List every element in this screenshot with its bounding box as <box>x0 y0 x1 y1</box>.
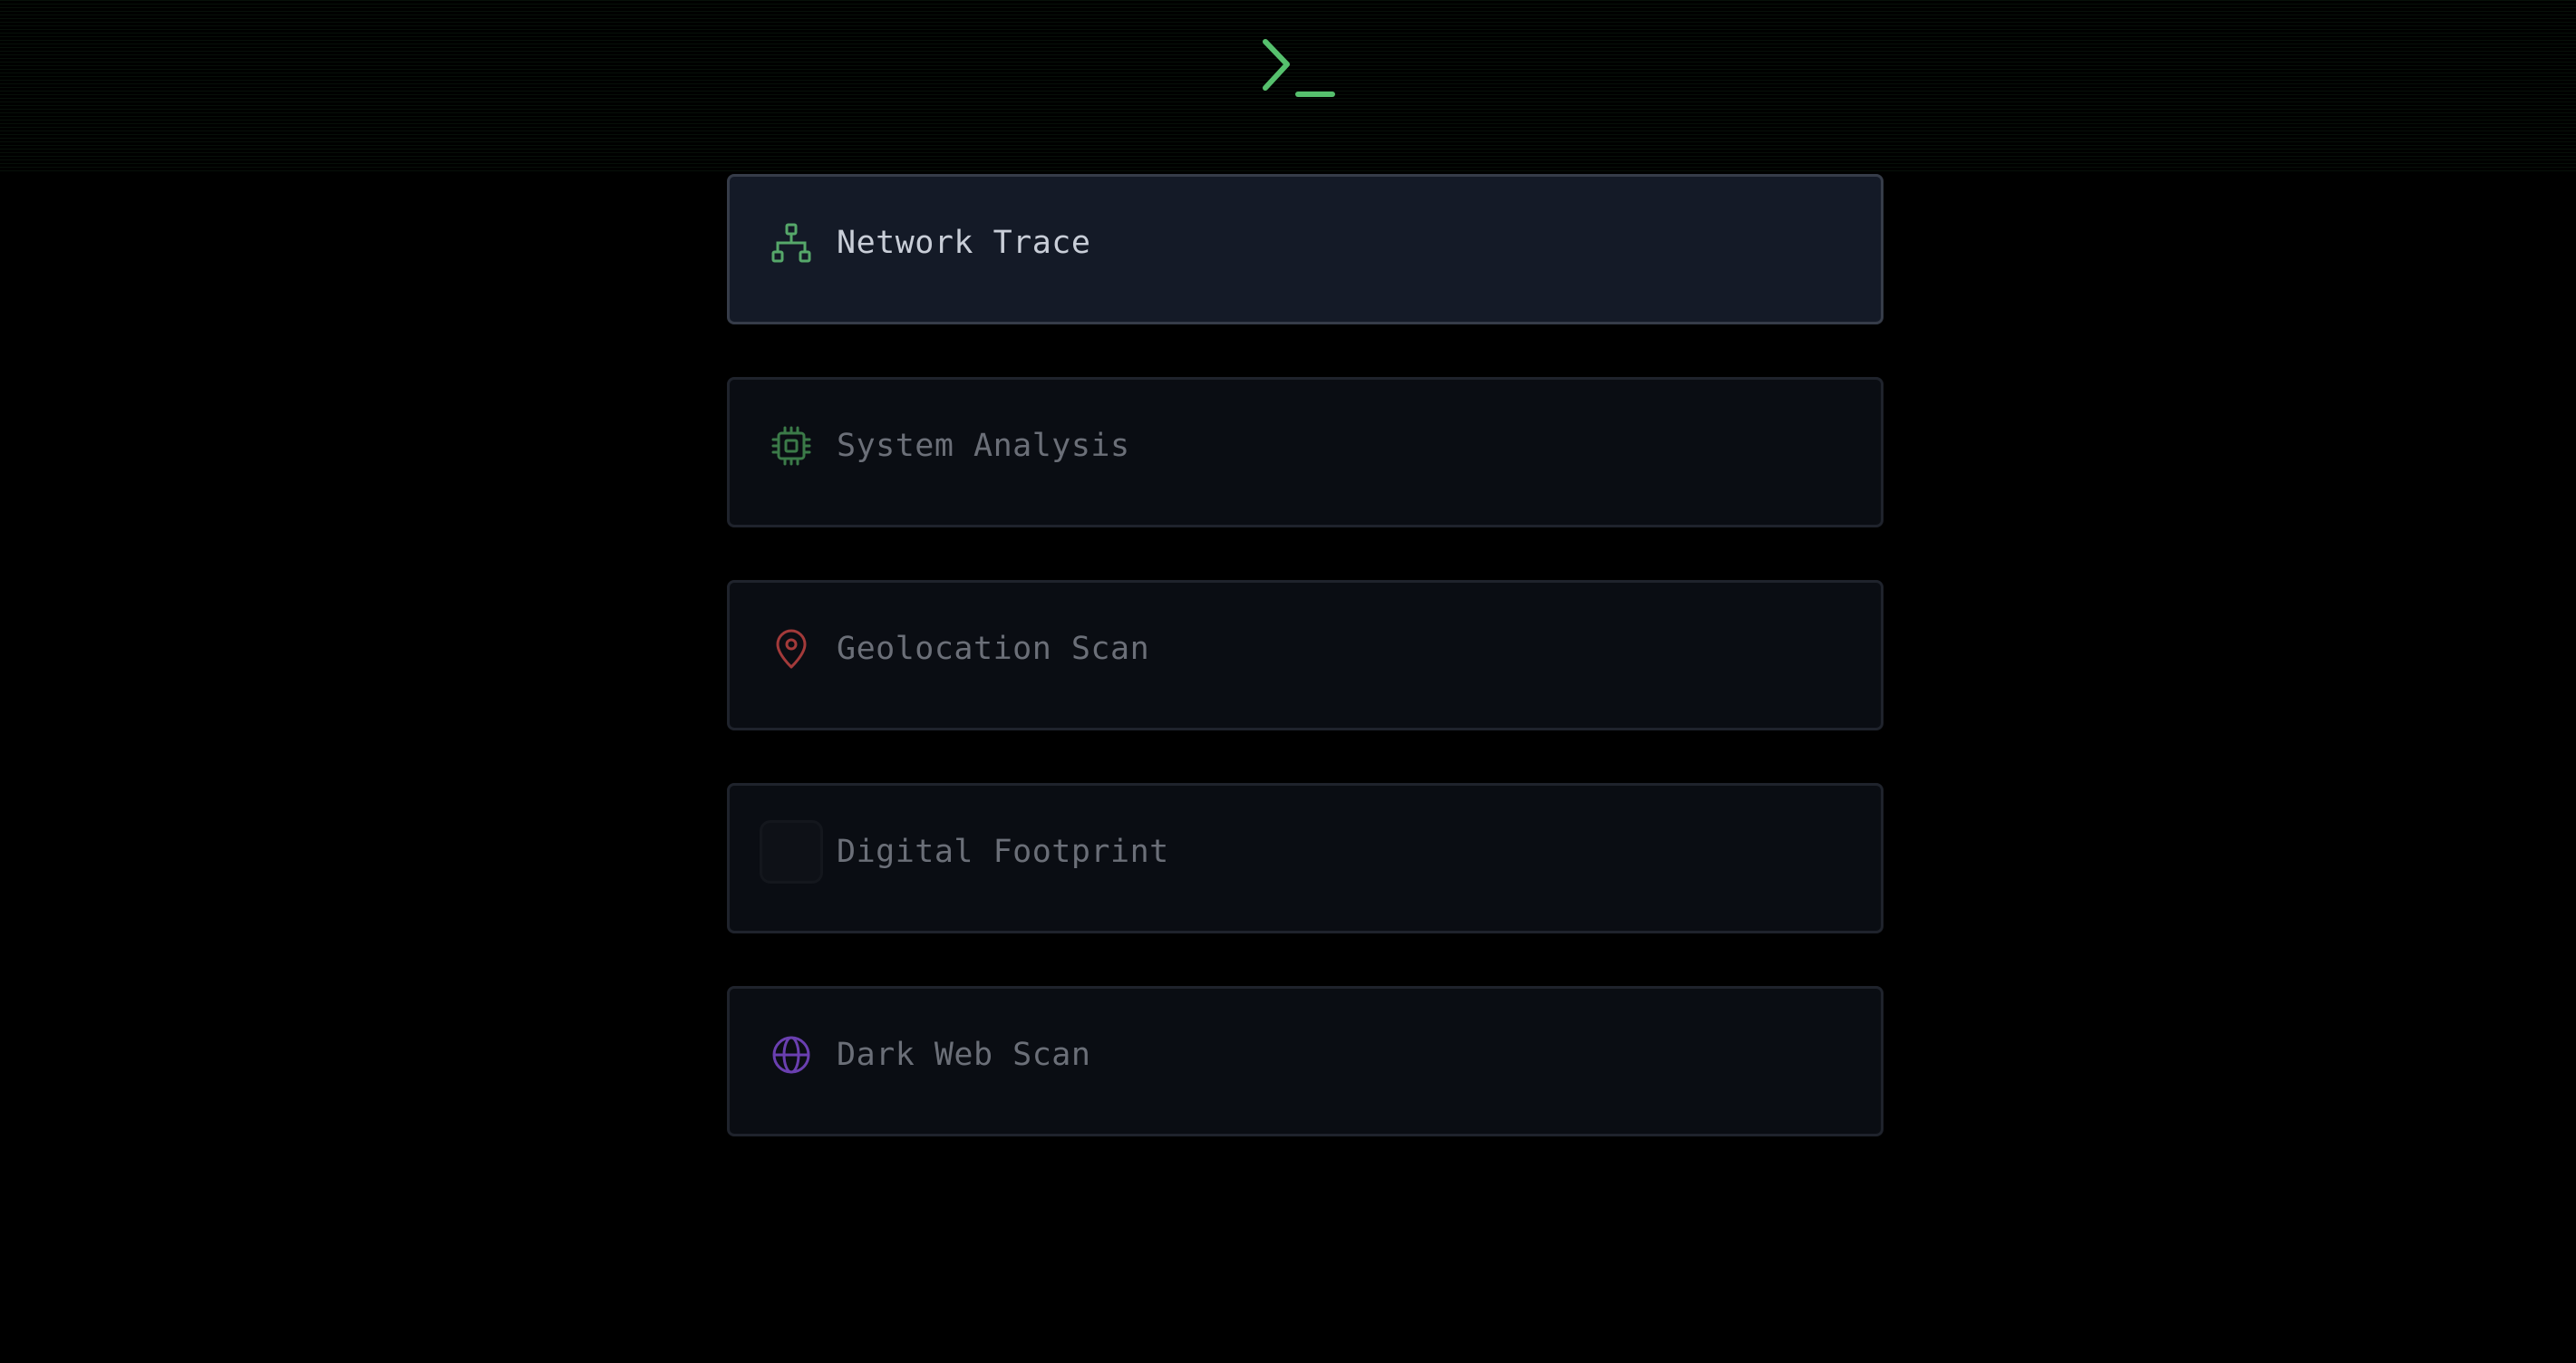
loading-placeholder-icon <box>760 820 823 884</box>
menu-item-label: Geolocation Scan <box>837 631 1150 667</box>
menu-item-geolocation-scan[interactable]: Geolocation Scan <box>727 580 1884 730</box>
menu-item-label: Network Trace <box>837 225 1091 261</box>
map-pin-icon <box>770 628 812 670</box>
network-icon <box>770 222 812 264</box>
menu-item-system-analysis[interactable]: System Analysis <box>727 377 1884 527</box>
menu-item-dark-web-scan[interactable]: Dark Web Scan <box>727 986 1884 1136</box>
menu-item-label: System Analysis <box>837 428 1130 464</box>
scan-menu: Network Trace System Analysis Geolocatio… <box>727 174 1884 1189</box>
globe-icon <box>770 1034 812 1076</box>
menu-item-label: Digital Footprint <box>837 834 1169 870</box>
terminal-prompt-icon <box>1260 36 1338 100</box>
cpu-icon <box>770 425 812 467</box>
menu-item-network-trace[interactable]: Network Trace <box>727 174 1884 324</box>
menu-item-label: Dark Web Scan <box>837 1037 1091 1073</box>
menu-item-digital-footprint[interactable]: Digital Footprint <box>727 783 1884 933</box>
